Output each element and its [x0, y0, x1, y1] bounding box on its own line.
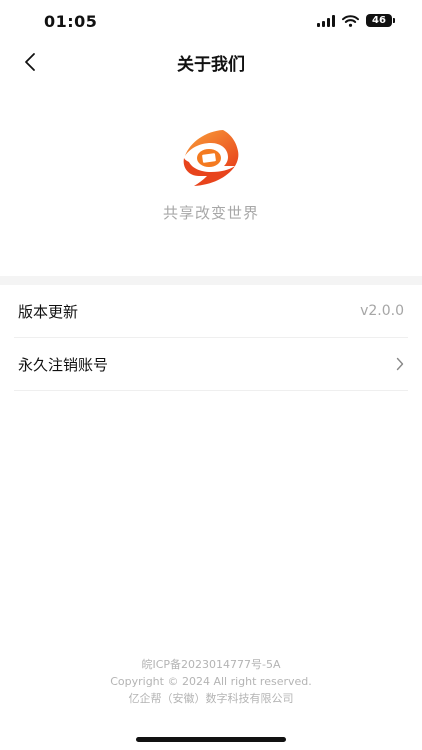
- battery-level: 46: [372, 14, 386, 26]
- delete-account-label: 永久注销账号: [18, 355, 109, 374]
- copyright-text: Copyright © 2024 All right reserved.: [110, 675, 312, 688]
- section-divider: [0, 276, 422, 285]
- chevron-right-icon: [396, 357, 408, 371]
- version-update-label: 版本更新: [18, 302, 79, 321]
- settings-list: 版本更新 v2.0.0 永久注销账号: [14, 285, 408, 391]
- status-time: 01:05: [44, 12, 98, 31]
- company-name: 亿企帮（安徽）数字科技有限公司: [128, 692, 294, 705]
- version-value: v2.0.0: [360, 303, 404, 319]
- footer: 皖ICP备2023014777号-5A Copyright © 2024 All…: [0, 656, 422, 707]
- battery-icon: 46: [366, 14, 395, 27]
- wifi-icon: [342, 14, 359, 27]
- app-logo-icon: [183, 130, 239, 186]
- version-update-row[interactable]: 版本更新 v2.0.0: [14, 285, 408, 338]
- delete-account-row[interactable]: 永久注销账号: [14, 338, 408, 391]
- status-bar: 01:05 46: [0, 0, 422, 44]
- status-icons: 46: [317, 14, 395, 27]
- icp-number: 皖ICP备2023014777号-5A: [141, 658, 281, 671]
- page-title: 关于我们: [177, 55, 245, 75]
- navigation-bar: 关于我们: [0, 42, 422, 82]
- cellular-signal-icon: [317, 14, 335, 27]
- home-indicator: [136, 737, 286, 742]
- brand-area: 共享改变世界: [0, 128, 422, 223]
- slogan: 共享改变世界: [162, 204, 259, 222]
